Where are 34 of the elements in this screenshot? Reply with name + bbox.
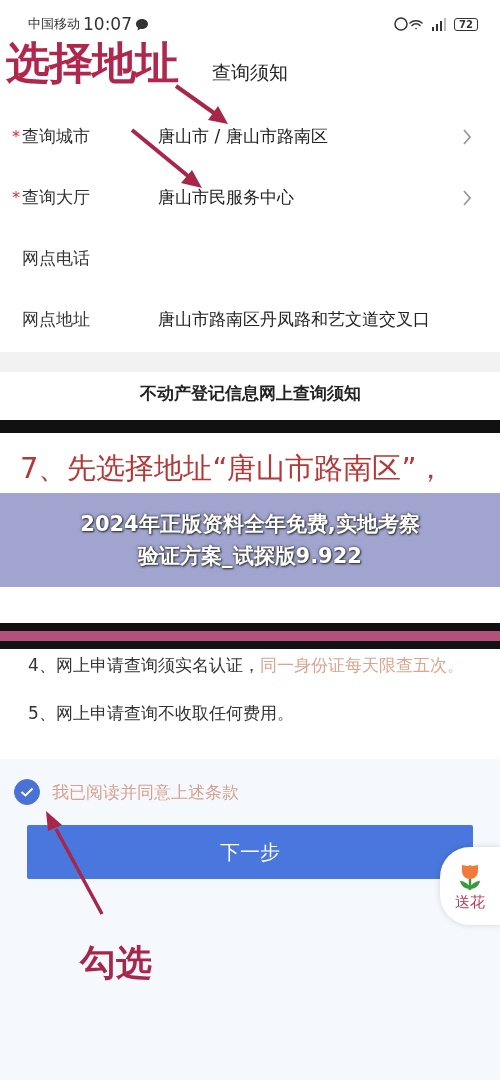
notice-title: 不动产登记信息网上查询须知: [138, 382, 362, 405]
select-row[interactable]: *查询城市 唐山市 / 唐山市路南区: [0, 106, 500, 167]
chevron-right-icon: [462, 188, 472, 207]
next-step-button[interactable]: 下一步: [27, 825, 473, 879]
field-value: 唐山市路南区丹凤路和艺文道交叉口: [158, 308, 431, 331]
clock-time: 10:07: [83, 14, 132, 34]
banner-title: 2024年正版资料全年免费,实地考察: [80, 511, 420, 538]
check-icon: [20, 787, 34, 797]
notice-text: 5、网上申请查询不收取任何费用。: [28, 702, 295, 725]
page-title: 查询须知: [212, 60, 288, 85]
signal-icons: [394, 16, 449, 32]
checkbox[interactable]: [14, 779, 40, 805]
field-value: 唐山市民服务中心: [158, 186, 295, 209]
annotation-text: 选择地址: [6, 36, 178, 90]
field-value: 唐山市 / 唐山市路南区: [158, 125, 329, 148]
field-label: 网点地址: [22, 308, 90, 331]
required-mark: *: [11, 188, 21, 207]
chevron-right-icon: [462, 127, 472, 146]
carrier-name: 中国移动: [28, 15, 80, 33]
annotation-text: 勾选: [80, 941, 152, 985]
flower-button[interactable]: 送花: [440, 847, 500, 925]
field-label: 查询大厅: [22, 186, 90, 209]
notice-text: 4、网上申请查询须实名认证，同一身份证每天限查五次。: [28, 654, 465, 677]
battery-icon: 72: [454, 17, 478, 31]
field-label: 网点电话: [22, 247, 90, 270]
select-row[interactable]: *查询大厅 唐山市民服务中心: [0, 167, 500, 228]
field-label: 查询城市: [22, 125, 90, 148]
step-instruction: 7、先选择地址“唐山市路南区”，: [20, 450, 446, 487]
annotation-arrow: [174, 84, 230, 126]
flower-label: 送花: [455, 892, 485, 912]
agreement-label: 我已阅读并同意上述条款: [52, 780, 239, 804]
required-mark: *: [11, 127, 21, 146]
banner-title: 验证方案_试探版9.922: [138, 543, 362, 570]
chat-bubble-icon: [135, 17, 149, 31]
